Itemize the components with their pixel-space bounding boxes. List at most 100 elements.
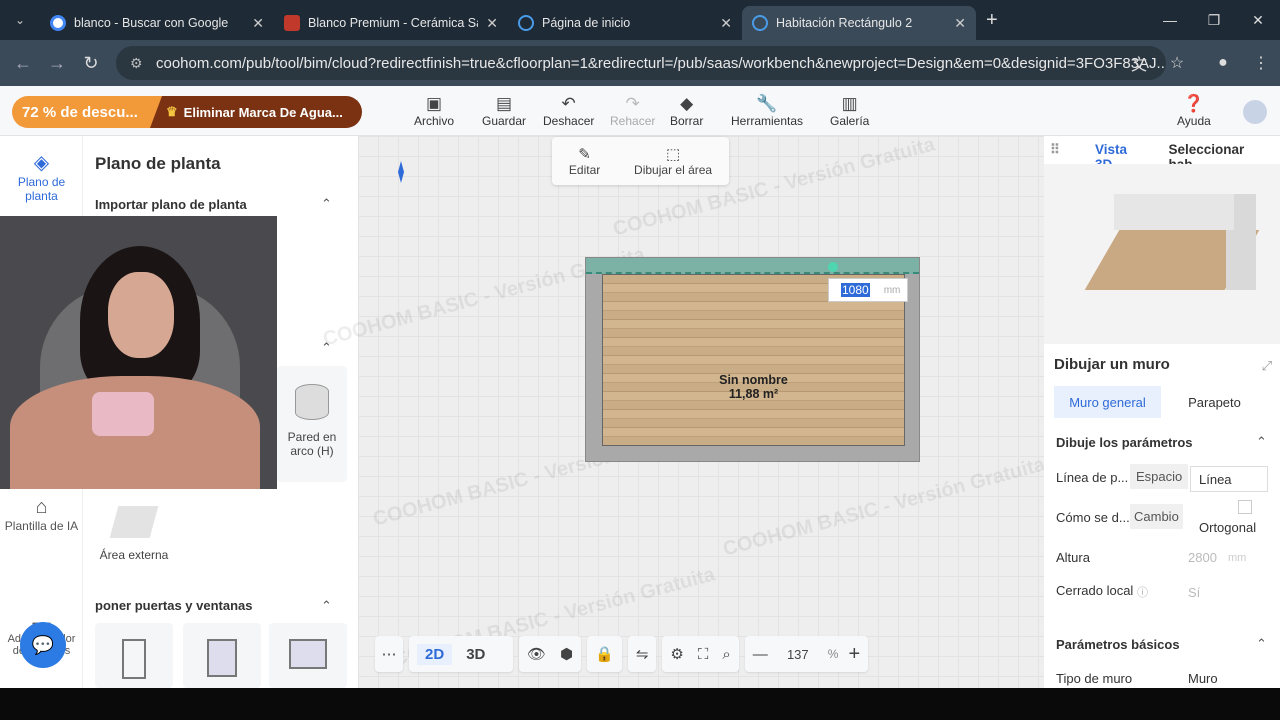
info-icon[interactable]: ⓘ [1137,584,1148,600]
rail-floorplan[interactable]: ◈ Plano de planta [0,150,83,203]
fit-screen-icon[interactable]: ⛶ [698,646,709,663]
chevron-up-icon[interactable]: ⌃ [1256,636,1267,652]
compass-icon[interactable] [398,161,404,183]
help-icon: ❓ [1183,94,1205,113]
bay-window-card[interactable] [269,623,347,688]
zoom-unit: % [827,647,839,661]
menu-icon[interactable]: ⋮ [1242,53,1280,73]
close-icon[interactable]: ✕ [486,15,498,32]
cube-icon[interactable]: ⬢ [560,645,573,663]
chevron-up-icon[interactable]: ⌃ [321,196,332,212]
orthogonal-checkbox[interactable] [1238,500,1252,514]
site-icon [284,15,300,31]
edit-button[interactable]: ✎ Editar [569,145,600,177]
closed-value[interactable]: Sí [1188,585,1200,600]
close-window-icon[interactable]: ✕ [1236,12,1280,29]
zoom-area-icon[interactable]: ⌕ [722,646,730,663]
rehacer-button[interactable]: ↷ Rehacer [610,94,655,128]
reload-icon[interactable]: ↻ [74,53,108,74]
close-icon[interactable]: ✕ [720,15,732,32]
ayuda-button[interactable]: ❓ Ayuda [1177,94,1211,128]
translate-icon[interactable]: 文 [1120,51,1158,75]
guardar-button[interactable]: ▤ Guardar [482,94,526,128]
how-option-orthogonal[interactable]: Ortogonal [1199,520,1256,535]
site-info-icon[interactable]: ⚙ [130,55,143,72]
dimension-input[interactable]: 1080 mm [828,278,908,302]
external-area-card[interactable]: Área externa [95,492,173,578]
herramientas-label: Herramientas [731,114,804,128]
drag-handle-icon[interactable]: ⠿ [1050,136,1085,164]
profile-avatar[interactable]: ● [1204,54,1242,72]
minimize-icon[interactable]: — [1148,12,1192,28]
browser-tab[interactable]: Blanco Premium - Cerámica San Lo ✕ [274,6,508,40]
floorplan-canvas[interactable]: COOHOM BASIC - Versión Gratuita COOHOM B… [321,133,1047,688]
edit-toolbar: ✎ Editar ⬚ Dibujar el área [552,137,729,185]
galeria-button[interactable]: ▥ Galería [830,94,869,128]
how-option-change[interactable]: Cambio [1130,504,1183,529]
more-button[interactable]: ⋯ [375,636,403,672]
zoom-in-button[interactable]: + [848,643,860,666]
window-card[interactable] [183,623,261,688]
seg-parapet[interactable]: Parapeto [1161,386,1268,418]
archivo-button[interactable]: ▣ Archivo [414,94,454,128]
browser-tab[interactable]: Página de inicio ✕ [508,6,742,40]
promo-banner[interactable]: 72 % de descu... ♛ Eliminar Marca De Agu… [12,96,362,128]
rehacer-label: Rehacer [610,114,656,128]
line-option-select[interactable]: Línea [1190,466,1268,492]
deshacer-button[interactable]: ↶ Deshacer [543,94,594,128]
toggle-button[interactable]: ⇋ [627,636,657,672]
user-avatar[interactable] [1243,100,1267,124]
rail-ai-template-label: Plantilla de IA [4,519,79,533]
archivo-label: Archivo [414,114,455,128]
door-card[interactable] [95,623,173,688]
forward-icon[interactable]: → [40,53,74,74]
lock-button[interactable]: 🔒 [587,636,622,672]
mode-2d-button[interactable]: 2D [417,643,453,665]
height-value[interactable]: 2800 [1188,550,1217,565]
maximize-icon[interactable]: ❐ [1192,12,1236,29]
app-toolbar: 72 % de descu... ♛ Eliminar Marca De Agu… [0,86,1280,136]
tab-select-room[interactable]: Seleccionar hab... [1168,136,1280,172]
expand-icon[interactable]: ⤢ [1262,358,1272,374]
chevron-up-icon[interactable]: ⌃ [1256,434,1267,450]
dimension-value[interactable]: 1080 [841,283,870,297]
rail-ai-template[interactable]: ⌂ Plantilla de IA [0,496,83,533]
right-panel: ⠿ Vista 3D Seleccionar hab... Dibujar un… [1044,136,1280,688]
new-tab-button[interactable]: + [976,9,1008,32]
zoom-value[interactable]: 137 [778,647,818,662]
watermark: COOHOM BASIC - Versión Gratuita [720,453,1048,561]
arc-wall-card[interactable]: Pared en arco (H) [277,366,347,482]
draw-area-button[interactable]: ⬚ Dibujar el área [634,145,712,177]
zoom-out-button[interactable]: — [753,646,768,663]
camera-settings-icon[interactable]: ⚙ [670,645,683,663]
tab-title: Blanco Premium - Cerámica San Lo [308,16,478,30]
remove-watermark-button[interactable]: ♛ Eliminar Marca De Agua... [150,96,362,128]
back-icon[interactable]: ← [6,53,40,74]
line-option-space[interactable]: Espacio [1130,464,1189,489]
borrar-button[interactable]: ◆ Borrar [670,94,703,128]
tab-search-button[interactable]: ⌄ [4,4,36,36]
wall-type-value[interactable]: Muro [1188,671,1218,686]
draw-wall-title: Dibujar un muro [1054,356,1170,373]
wall-being-drawn[interactable] [586,258,919,274]
browser-tab-active[interactable]: Habitación Rectángulo 2 ✕ [742,6,976,40]
url-field[interactable]: ⚙ coohom.com/pub/tool/bim/cloud?redirect… [116,46,1166,80]
file-icon: ▣ [425,94,443,113]
close-icon[interactable]: ✕ [252,15,264,32]
eye-icon[interactable]: 👁 [527,645,546,663]
toggle-icon: ⇋ [635,646,649,663]
mode-3d-button[interactable]: 3D [466,646,485,663]
chevron-up-icon[interactable]: ⌃ [321,598,332,614]
herramientas-button[interactable]: 🔧 Herramientas [731,94,803,128]
preview-3d[interactable] [1044,164,1280,344]
chat-support-button[interactable]: 💬 [20,622,66,668]
room-rectangle[interactable]: Sin nombre 11,88 m² 1080 mm [585,257,920,462]
wall-endpoint-handle[interactable] [828,262,838,272]
browser-tab[interactable]: blanco - Buscar con Google ✕ [40,6,274,40]
how-label: Cómo se d... [1056,510,1130,525]
seg-general-wall[interactable]: Muro general [1054,386,1161,418]
discount-badge[interactable]: 72 % de descu... [12,96,162,128]
tab-3d-view[interactable]: Vista 3D [1095,136,1147,172]
close-icon[interactable]: ✕ [954,15,966,32]
bookmark-star-icon[interactable]: ☆ [1158,53,1196,73]
